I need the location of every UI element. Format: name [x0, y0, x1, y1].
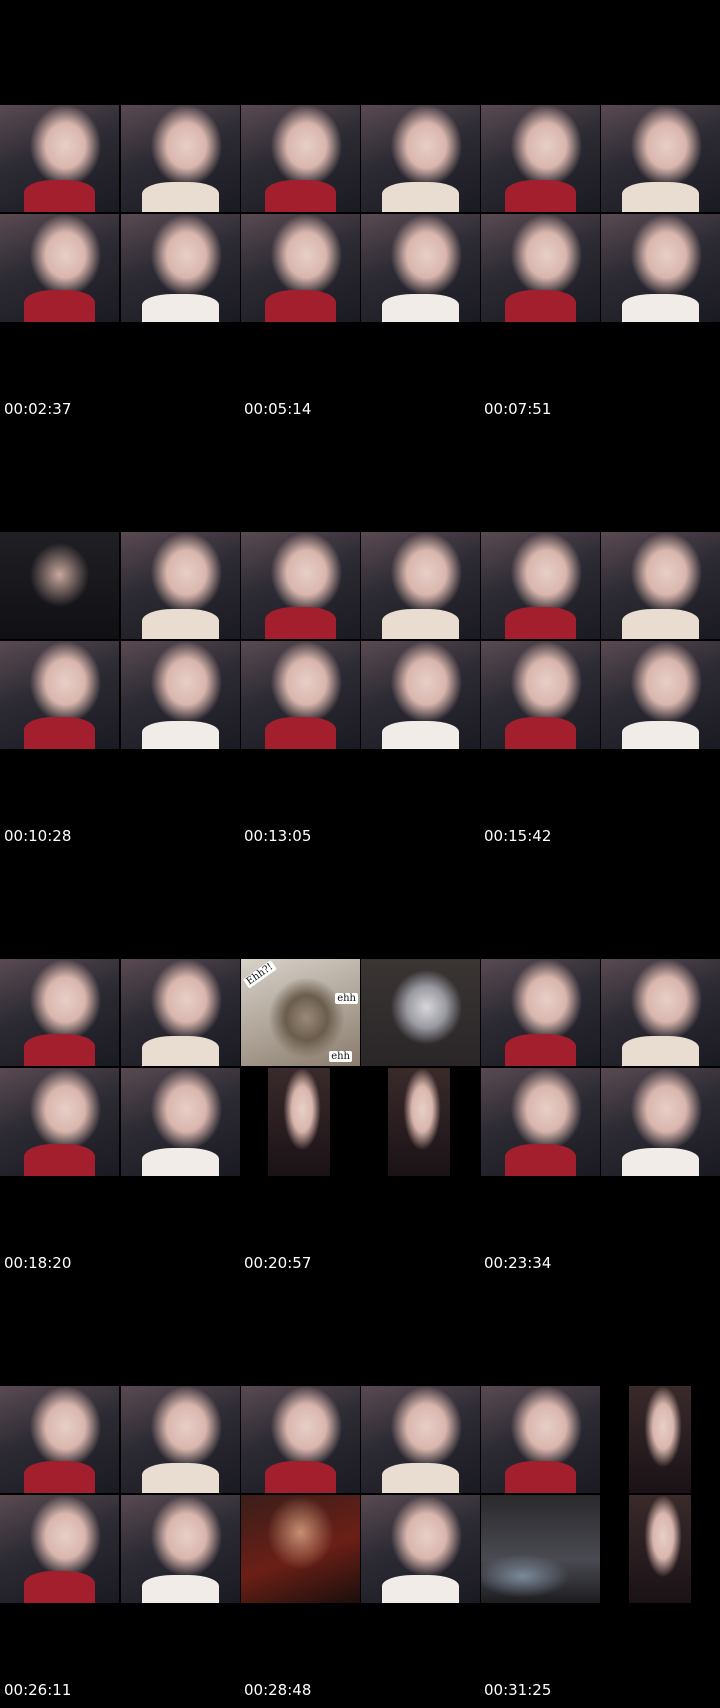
video-frame[interactable] [0, 1495, 119, 1603]
thumbnail-group-4: 00:26:11 00:28:48 00:31:25 [0, 0, 720, 1708]
video-frame[interactable] [629, 1495, 691, 1603]
video-frame[interactable] [629, 1386, 691, 1493]
video-frame[interactable] [361, 1495, 480, 1603]
video-frame[interactable] [121, 1495, 240, 1603]
timestamp-label: 00:26:11 [4, 1681, 72, 1699]
video-frame[interactable] [481, 1386, 600, 1493]
video-frame[interactable] [361, 1386, 480, 1493]
video-frame[interactable] [0, 1386, 119, 1493]
video-frame[interactable] [241, 1386, 360, 1493]
video-frame[interactable] [481, 1495, 600, 1603]
timestamp-label: 00:31:25 [484, 1681, 552, 1699]
video-frame[interactable] [121, 1386, 240, 1493]
video-frame-game[interactable] [241, 1495, 360, 1603]
timestamp-label: 00:28:48 [244, 1681, 312, 1699]
